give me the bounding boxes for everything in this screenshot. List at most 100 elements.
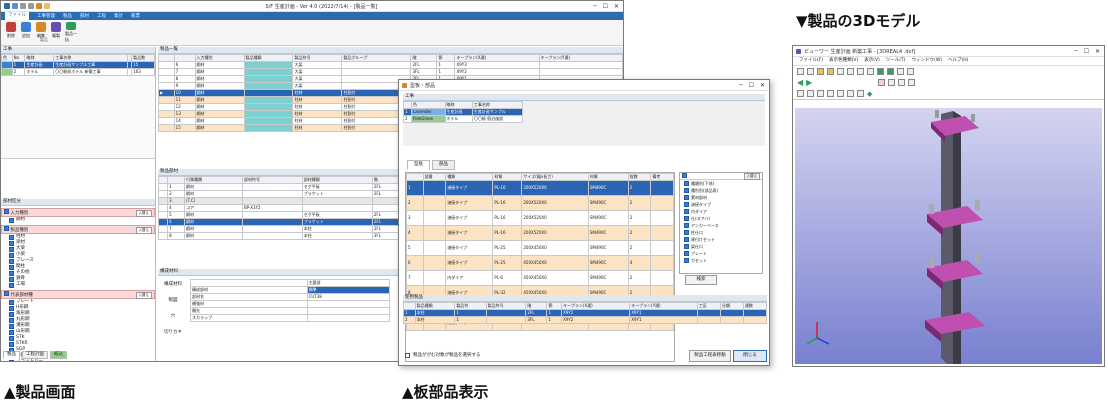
redo-icon[interactable] [28,3,34,9]
viewer-menu-item[interactable]: ウィンドウ(W) [912,57,942,65]
cube-top-icon[interactable] [847,90,854,97]
checklist-checkbox[interactable] [684,244,689,249]
menu-0[interactable]: ファイル [5,12,29,20]
filter-item[interactable]: 工場 [1,282,155,288]
checklist-checkbox[interactable] [684,223,689,228]
select-icon[interactable] [897,68,904,75]
info-row[interactable]: 構成部材 標準 [190,286,391,294]
checklist-checkbox[interactable] [684,188,689,193]
dialog-maximize-icon[interactable]: ☐ [749,82,754,89]
checklist-item[interactable]: 梁仕口 [680,243,762,250]
left-tab-1[interactable]: 工程計画 [22,351,48,359]
marker-icon[interactable]: ◆ [867,90,872,98]
cube-solid-icon[interactable] [817,90,824,97]
plate-row[interactable]: 2 溶接タイプ PL-16 200X520X0 SM490C 2 [406,195,674,211]
filter-section[interactable]: 代表部材種 入替え [1,290,155,299]
cube-hidden-icon[interactable] [827,90,834,97]
viewer-menu-item[interactable]: 表示色種類(V) [829,57,858,65]
used-row[interactable]: 1 本柱 1 2FL 1 X9Y2 X9Y1 [403,309,768,317]
filter-item-checkbox[interactable] [9,258,14,264]
forward-icon[interactable]: ▶ [806,78,812,87]
viewer-menu-item[interactable]: ツール(T) [886,57,906,65]
pencil-icon[interactable] [878,79,886,86]
checklist-all-checkbox[interactable] [682,173,687,178]
filter-item[interactable]: 鋼材 [1,217,155,223]
menu-3[interactable]: 部材 [80,13,89,19]
checklist-item[interactable]: 素材部材 [680,194,762,201]
view-front-icon[interactable] [877,68,884,75]
checklist-checkbox[interactable] [684,202,689,207]
info-left-label[interactable]: 製図 [158,293,188,309]
rotate-icon[interactable] [827,68,834,75]
info-row[interactable]: スカラップ [190,314,391,322]
list-icon[interactable] [908,79,916,86]
checklist-checkbox[interactable] [684,195,689,200]
dialog-tab-0[interactable]: 型板 [407,160,430,170]
ribbon-button-1[interactable]: 追加 [20,22,32,43]
ribbon-button-3[interactable]: 複製 [50,22,62,43]
info-row[interactable]: 補強材 [190,300,391,308]
used-row[interactable]: 2 本柱 1 3FL 1 X9Y2 X9Y1 [403,316,768,324]
checklist-item[interactable]: 種類別(下地) [680,180,762,187]
filter-item-checkbox[interactable] [9,341,14,347]
filter-item-checkbox[interactable] [9,264,14,270]
menu-6[interactable]: 帳票 [131,13,140,19]
zoom-out-icon[interactable] [857,68,864,75]
filter-item[interactable]: フラットバー [1,359,155,361]
checklist-checkbox[interactable] [684,181,689,186]
filter-item-checkbox[interactable] [9,359,14,361]
viewer-close-icon[interactable]: ✕ [1095,48,1100,55]
filter-item-checkbox[interactable] [9,240,14,246]
menu-2[interactable]: 製品 [63,13,72,19]
viewer-maximize-icon[interactable]: ☐ [1084,48,1089,55]
plate-row[interactable]: 5 溶接タイプ PL-25 200X450X0 SM490C 2 [406,240,674,256]
filter-item-checkbox[interactable] [9,276,14,282]
filter-checkbox[interactable] [405,352,410,358]
plate-row[interactable]: 7 内ダイア PL-6 450X450X0 SM490C 2 [406,270,674,286]
checklist-checkbox[interactable] [684,209,689,214]
ribbon-button-0[interactable]: 削除 [5,22,17,43]
goto-process-button[interactable]: 製品工程表移動 [689,350,731,362]
checklist-checkbox[interactable] [684,216,689,221]
filter-item-checkbox[interactable] [9,252,14,258]
checklist-checkbox[interactable] [684,251,689,256]
open-icon[interactable] [797,68,804,75]
checklist-item[interactable]: 溶接タイプ [680,201,762,208]
dialog-minimize-icon[interactable]: ─ [739,82,743,89]
cube-wire-icon[interactable] [807,90,814,97]
viewer-menu-item[interactable]: ファイル(F) [799,57,823,65]
filter-item-checkbox[interactable] [9,329,14,335]
checklist-item[interactable]: 建付けセット [680,236,762,243]
filter-item-checkbox[interactable] [9,317,14,323]
undo-icon[interactable] [20,3,26,9]
filter-item-checkbox[interactable] [9,282,14,288]
checklist-item[interactable]: 内ダイア [680,208,762,215]
zoom-icon[interactable] [837,68,844,75]
save-icon[interactable] [807,68,814,75]
info-row[interactable]: 開先 [190,307,391,315]
plate-row[interactable]: 4 溶接タイプ PL-16 200X520X0 SM490C 2 [406,225,674,241]
grid-icon[interactable] [888,79,896,86]
ribbon-button-4[interactable]: 製品一括 [65,22,77,43]
viewer-3d-canvas[interactable] [795,108,1102,364]
filter-item-checkbox[interactable] [9,246,14,252]
product-row[interactable]: 7 鋼材 大梁 3FL 1 X9Y2 [158,68,623,76]
koji-row[interactable]: 1 生産計画 生産計画サンプル工事 15 [1,61,155,69]
filter-item-checkbox[interactable] [9,270,14,276]
filter-section[interactable]: 入力種別 入替え [1,208,155,217]
checklist-item[interactable]: 柱仕口 [680,229,762,236]
filter-item-checkbox[interactable] [9,335,14,341]
checklist-item[interactable]: プレート [680,250,762,257]
maximize-icon[interactable]: ☐ [603,3,608,10]
pan-icon[interactable] [817,68,824,75]
dialog-close-icon[interactable]: ✕ [760,82,765,89]
filter-item-checkbox[interactable] [9,311,14,317]
menu-5[interactable]: 集計 [114,13,123,19]
filter-section[interactable]: 製品種別 入替え [1,225,155,234]
plate-row[interactable]: 6 溶接タイプ PL-25 450X450X0 SM490C 4 [406,255,674,271]
section-swap-button[interactable]: 入替え [135,210,152,217]
filter-item-checkbox[interactable] [9,217,14,223]
filter-item-checkbox[interactable] [9,305,14,311]
dialog-tab-1[interactable]: 部品 [432,160,455,170]
measure-icon[interactable] [907,68,914,75]
